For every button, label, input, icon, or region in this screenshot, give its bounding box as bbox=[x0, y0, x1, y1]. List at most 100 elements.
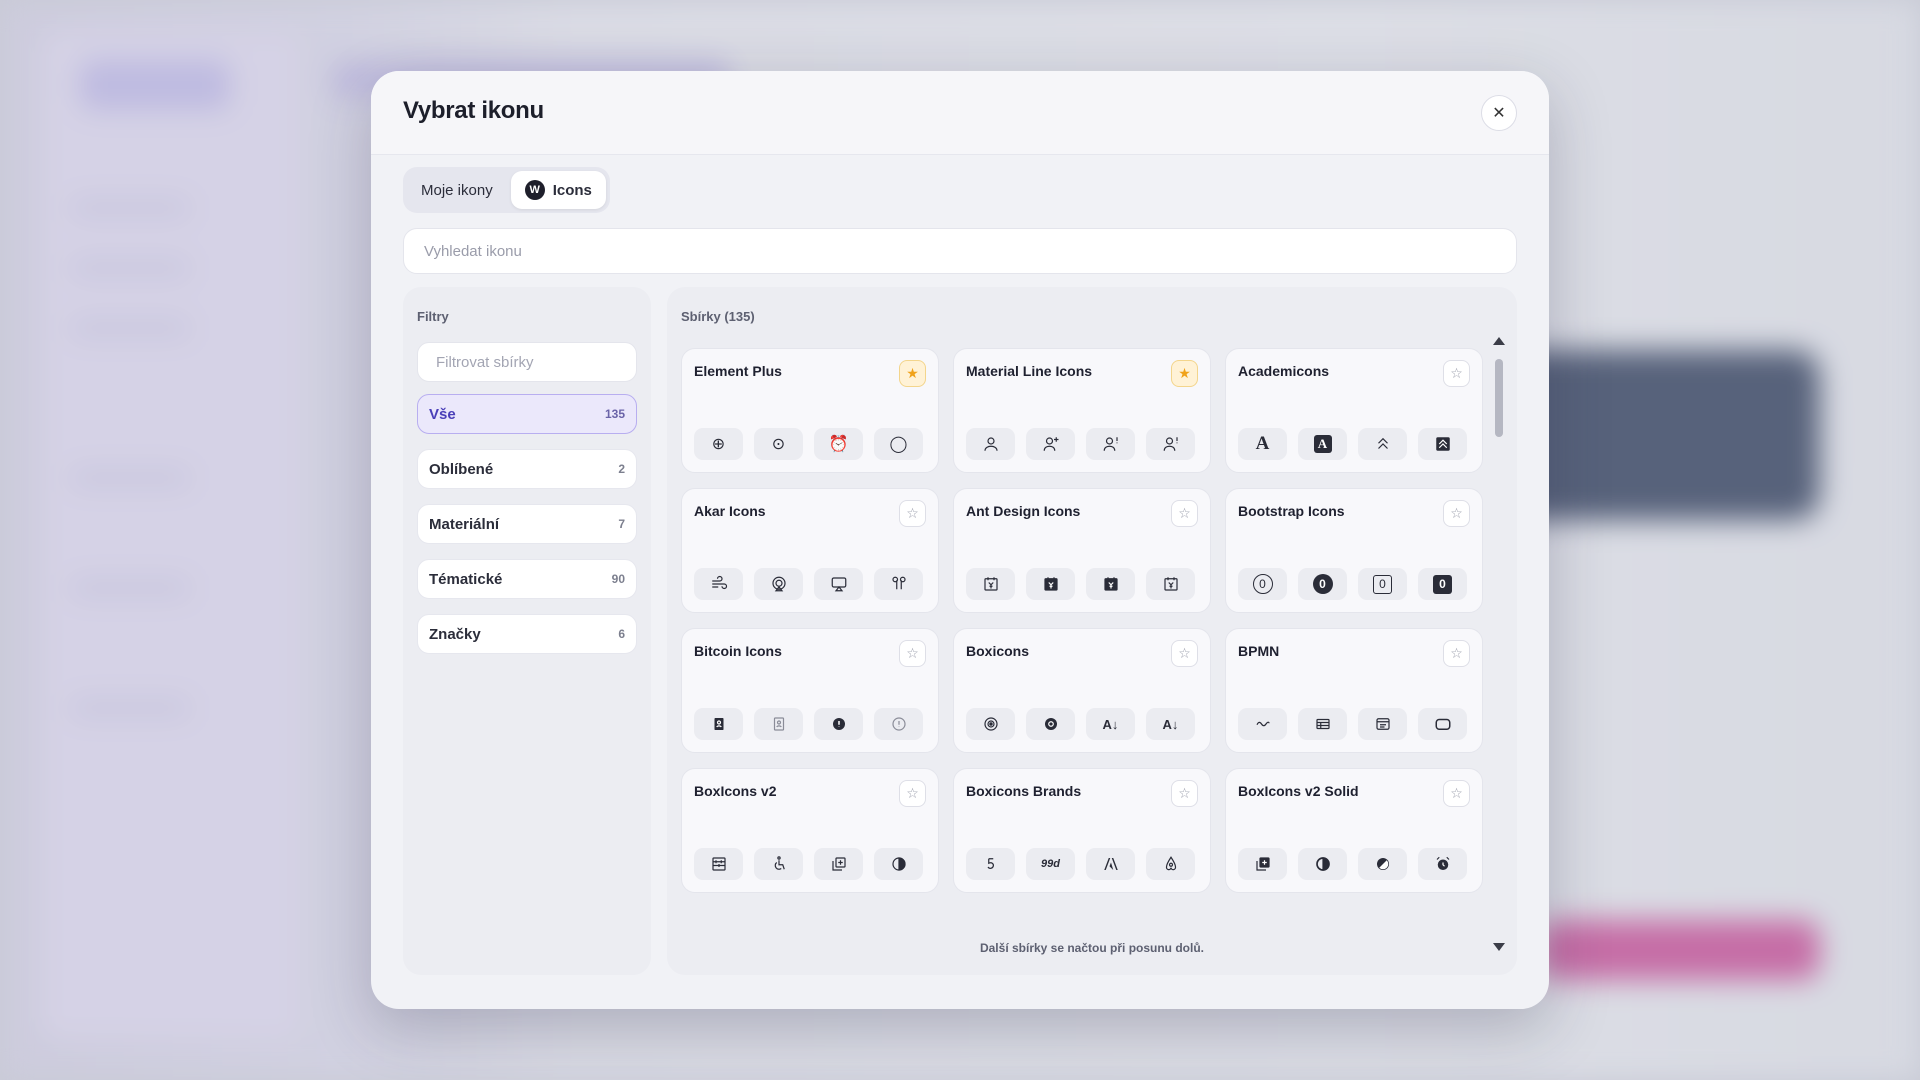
target-icon[interactable] bbox=[966, 708, 1015, 740]
collection-card[interactable]: Ant Design Icons ☆ bbox=[953, 488, 1211, 613]
favorite-star-icon[interactable]: ☆ bbox=[899, 640, 926, 667]
alarm-clock-icon[interactable]: ⏰ bbox=[814, 428, 863, 460]
accessibility-icon[interactable] bbox=[754, 848, 803, 880]
crosshair-icon[interactable]: ⊙ bbox=[754, 428, 803, 460]
table-icon[interactable] bbox=[1298, 708, 1347, 740]
user-plus-icon[interactable] bbox=[1026, 428, 1075, 460]
target-solid-icon[interactable] bbox=[1026, 708, 1075, 740]
favorite-star-icon[interactable]: ☆ bbox=[899, 500, 926, 527]
contrast-icon[interactable] bbox=[874, 848, 923, 880]
wave-icon[interactable] bbox=[1238, 708, 1287, 740]
collection-name: BoxIcons v2 bbox=[694, 783, 777, 799]
rounded-rect-icon[interactable] bbox=[1418, 708, 1467, 740]
yuan-calendar-icon[interactable] bbox=[1146, 568, 1195, 600]
collection-card[interactable]: BPMN ☆ bbox=[1225, 628, 1483, 753]
favorite-star-icon[interactable]: ☆ bbox=[899, 780, 926, 807]
user-alert-icon[interactable] bbox=[1086, 428, 1135, 460]
collection-card[interactable]: BoxIcons v2 Solid ☆ bbox=[1225, 768, 1483, 893]
sort-a-icon[interactable]: A↓ bbox=[1086, 708, 1135, 740]
zero-square-solid-icon[interactable]: 0 bbox=[1418, 568, 1467, 600]
collections-grid: Element Plus ★ ⊕ ⊙ ⏰ ◯ Material Line Ico… bbox=[681, 348, 1483, 893]
airplay-video-icon[interactable] bbox=[814, 568, 863, 600]
favorite-star-icon[interactable]: ☆ bbox=[1443, 780, 1470, 807]
apple-icon[interactable]: ◯ bbox=[874, 428, 923, 460]
address-book-icon[interactable] bbox=[694, 708, 743, 740]
user-alert-icon[interactable] bbox=[1146, 428, 1195, 460]
sort-a-solid-icon[interactable]: A↓ bbox=[1146, 708, 1195, 740]
brand-500px-icon[interactable] bbox=[966, 848, 1015, 880]
filter-collections-input[interactable] bbox=[417, 342, 637, 382]
scroll-up-icon[interactable] bbox=[1493, 337, 1505, 345]
tab-icons[interactable]: W Icons bbox=[510, 171, 606, 209]
letter-a-box-icon[interactable]: A bbox=[1298, 428, 1347, 460]
collection-card[interactable]: Boxicons ☆ A↓ A↓ bbox=[953, 628, 1211, 753]
favorite-star-icon[interactable]: ☆ bbox=[1443, 360, 1470, 387]
filter-label: Materiální bbox=[429, 515, 500, 533]
collection-name: Boxicons bbox=[966, 643, 1030, 659]
collection-name: BPMN bbox=[1238, 643, 1280, 659]
collection-name: Element Plus bbox=[694, 363, 782, 379]
favorite-star-icon[interactable]: ★ bbox=[899, 360, 926, 387]
add-layer-icon[interactable] bbox=[814, 848, 863, 880]
filter-count: 135 bbox=[604, 407, 625, 421]
yuan-calendar-icon[interactable] bbox=[966, 568, 1015, 600]
favorite-star-icon[interactable]: ☆ bbox=[1171, 500, 1198, 527]
collection-card[interactable]: Bootstrap Icons ☆ 0 0 0 0 bbox=[1225, 488, 1483, 613]
contrast-alt-icon[interactable] bbox=[1358, 848, 1407, 880]
brand-99designs-icon[interactable]: 99d bbox=[1026, 848, 1075, 880]
alert-circle-outline-icon[interactable] bbox=[874, 708, 923, 740]
chevrons-up-icon[interactable] bbox=[1358, 428, 1407, 460]
collection-card[interactable]: Academicons ☆ A A bbox=[1225, 348, 1483, 473]
favorite-star-icon[interactable]: ★ bbox=[1171, 360, 1198, 387]
chevrons-up-box-icon[interactable] bbox=[1418, 428, 1467, 460]
collection-name: Academicons bbox=[1238, 363, 1330, 379]
filter-thematic[interactable]: Tématické 90 bbox=[417, 559, 637, 599]
contrast-solid-icon[interactable] bbox=[1298, 848, 1347, 880]
window-icon[interactable] bbox=[1358, 708, 1407, 740]
icon-preview-row bbox=[1238, 708, 1467, 740]
icon-preview-row: A↓ A↓ bbox=[966, 708, 1195, 740]
close-button[interactable]: ✕ bbox=[1481, 95, 1517, 131]
filter-count: 7 bbox=[618, 517, 625, 531]
alert-circle-icon[interactable] bbox=[814, 708, 863, 740]
zero-circle-solid-icon[interactable]: 0 bbox=[1298, 568, 1347, 600]
collections-scrollbar[interactable] bbox=[1493, 337, 1505, 951]
alarm-solid-icon[interactable] bbox=[1418, 848, 1467, 880]
add-layer-solid-icon[interactable] bbox=[1238, 848, 1287, 880]
airpods-icon[interactable] bbox=[874, 568, 923, 600]
icon-search-input[interactable] bbox=[403, 228, 1517, 274]
favorite-star-icon[interactable]: ☆ bbox=[1443, 500, 1470, 527]
zero-circle-icon[interactable]: 0 bbox=[1238, 568, 1287, 600]
filter-brands[interactable]: Značky 6 bbox=[417, 614, 637, 654]
collection-card[interactable]: BoxIcons v2 ☆ bbox=[681, 768, 939, 893]
favorite-star-icon[interactable]: ☆ bbox=[1443, 640, 1470, 667]
airplay-audio-icon[interactable] bbox=[754, 568, 803, 600]
brand-airbnb-icon[interactable] bbox=[1146, 848, 1195, 880]
favorite-star-icon[interactable]: ☆ bbox=[1171, 640, 1198, 667]
favorite-star-icon[interactable]: ☆ bbox=[1171, 780, 1198, 807]
letter-a-icon[interactable]: A bbox=[1238, 428, 1287, 460]
filter-material[interactable]: Materiální 7 bbox=[417, 504, 637, 544]
collection-card[interactable]: Material Line Icons ★ bbox=[953, 348, 1211, 473]
yuan-calendar-solid-icon[interactable] bbox=[1026, 568, 1075, 600]
filter-count: 2 bbox=[618, 462, 625, 476]
modal-header: Vybrat ikonu ✕ bbox=[371, 71, 1549, 155]
scrollbar-thumb[interactable] bbox=[1495, 359, 1503, 437]
filter-favorites[interactable]: Oblíbené 2 bbox=[417, 449, 637, 489]
abacus-icon[interactable] bbox=[694, 848, 743, 880]
collection-card[interactable]: Element Plus ★ ⊕ ⊙ ⏰ ◯ bbox=[681, 348, 939, 473]
collection-card[interactable]: Bitcoin Icons ☆ bbox=[681, 628, 939, 753]
filter-all[interactable]: Vše 135 bbox=[417, 394, 637, 434]
location-icon[interactable]: ⊕ bbox=[694, 428, 743, 460]
collection-card[interactable]: Akar Icons ☆ bbox=[681, 488, 939, 613]
tab-my-icons[interactable]: Moje ikony bbox=[407, 171, 507, 209]
icon-preview-row bbox=[966, 568, 1195, 600]
zero-square-icon[interactable]: 0 bbox=[1358, 568, 1407, 600]
user-icon[interactable] bbox=[966, 428, 1015, 460]
address-book-outline-icon[interactable] bbox=[754, 708, 803, 740]
brand-adobe-icon[interactable] bbox=[1086, 848, 1135, 880]
collection-card[interactable]: Boxicons Brands ☆ 99d bbox=[953, 768, 1211, 893]
yuan-calendar-solid-icon[interactable] bbox=[1086, 568, 1135, 600]
close-icon: ✕ bbox=[1492, 105, 1506, 122]
wind-icon[interactable] bbox=[694, 568, 743, 600]
